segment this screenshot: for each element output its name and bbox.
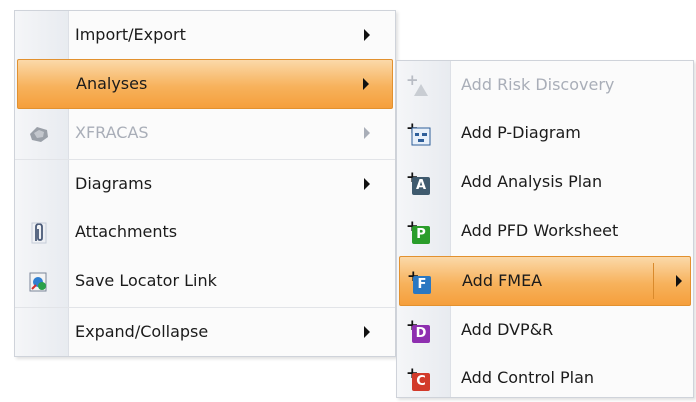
menu-item-attachments[interactable]: Attachments [15,208,395,256]
analyses-submenu: + Add Risk Discovery + Add P-Diagram + A… [396,60,694,398]
menu-item-save-locator-link[interactable]: Save Locator Link [15,257,395,305]
add-fmea-icon: + F [407,269,431,294]
menu-item-label: Expand/Collapse [75,322,209,341]
locator-link-icon [27,270,51,294]
submenu-arrow-icon [364,127,370,139]
submenu-arrow-icon [363,78,369,90]
menu-item-label: Analyses [76,74,148,93]
menu-item-label: Save Locator Link [75,271,217,290]
add-pfd-worksheet-icon: + P [406,219,430,244]
submenu-arrow-icon [364,178,370,190]
add-control-plan-icon: + C [406,366,430,391]
menu-item-label: Add Control Plan [461,368,595,387]
menu-item-add-control-plan[interactable]: + C Add Control Plan [397,354,693,402]
menu-item-analyses[interactable]: Analyses [17,59,393,109]
menu-item-label: Add DVP&R [461,320,554,339]
menu-item-import-export[interactable]: Import/Export [15,11,395,59]
menu-item-label: Add P-Diagram [461,123,581,142]
menu-item-add-dvpr[interactable]: + D Add DVP&R [397,306,693,354]
menu-item-add-risk-discovery[interactable]: + Add Risk Discovery [397,61,693,109]
context-menu: Import/Export Analyses XFRACAS Diagrams … [14,10,396,357]
menu-item-expand-collapse[interactable]: Expand/Collapse [15,307,395,356]
add-risk-discovery-icon: + [406,73,430,98]
menu-item-label: Add PFD Worksheet [461,221,619,240]
add-p-diagram-icon: + [406,121,431,146]
menu-item-add-p-diagram[interactable]: + Add P-Diagram [397,109,693,157]
paperclip-icon [27,221,51,245]
menu-item-label: Diagrams [75,174,153,193]
menu-item-label: XFRACAS [75,123,149,142]
add-analysis-plan-icon: + A [406,170,430,195]
submenu-arrow-icon [364,326,370,338]
menu-item-label: Attachments [75,222,178,241]
menu-item-label: Add Analysis Plan [461,172,603,191]
split-divider [653,263,654,299]
submenu-arrow-icon [364,29,370,41]
menu-item-diagrams[interactable]: Diagrams [15,159,395,208]
menu-item-label: Add Risk Discovery [461,75,615,94]
menu-item-label: Import/Export [75,25,186,44]
menu-item-add-pfd-worksheet[interactable]: + P Add PFD Worksheet [397,207,693,255]
menu-item-label: Add FMEA [462,271,543,290]
menu-item-add-fmea[interactable]: + F Add FMEA [399,256,691,306]
add-dvpr-icon: + D [406,318,430,343]
xfracas-icon [27,122,51,146]
menu-item-xfracas[interactable]: XFRACAS [15,109,395,157]
menu-item-add-analysis-plan[interactable]: + A Add Analysis Plan [397,158,693,206]
submenu-arrow-icon[interactable] [676,275,682,287]
